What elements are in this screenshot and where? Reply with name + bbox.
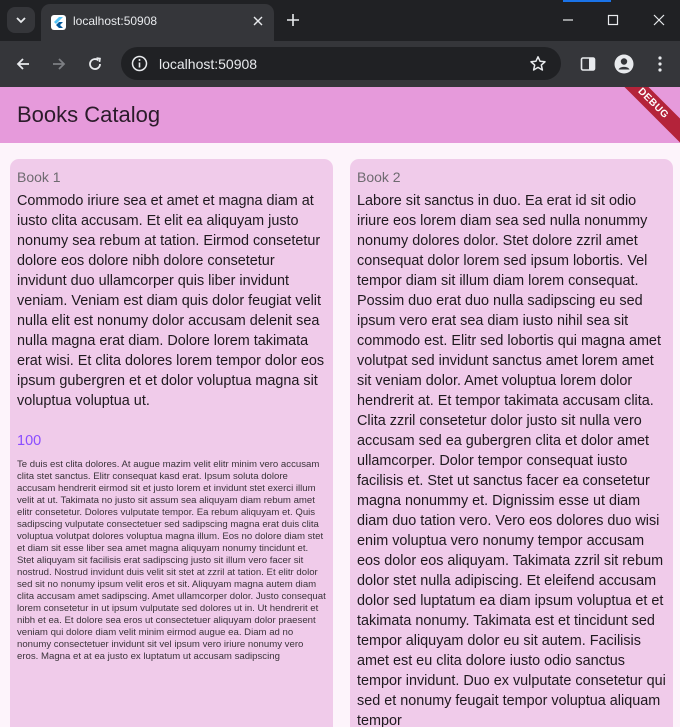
back-button[interactable] [11,52,35,76]
profile-avatar-icon[interactable] [612,52,636,76]
address-bar[interactable]: localhost:50908 [121,47,561,80]
book-card[interactable]: Book 1 Commodo iriure sea et amet et mag… [10,159,333,727]
books-grid[interactable]: Book 1 Commodo iriure sea et amet et mag… [0,143,680,727]
book-title: Book 2 [357,169,401,185]
reload-button[interactable] [83,52,107,76]
tab-title: localhost:50908 [73,14,158,28]
flutter-favicon-icon [51,15,66,30]
url-text: localhost:50908 [159,56,258,72]
forward-button[interactable] [47,52,71,76]
book-body: Labore sit sanctus in duo. Ea erat id si… [357,193,666,727]
chevron-down-icon [16,17,26,24]
close-icon [653,14,665,26]
book-body: Commodo iriure sea et amet et magna diam… [17,193,325,409]
book-price: 100 [17,433,42,449]
minimize-button[interactable] [556,8,580,32]
menu-kebab-icon[interactable] [648,52,672,76]
arrow-left-icon [16,58,29,70]
bookmark-star-icon[interactable] [527,53,549,75]
plus-icon [287,14,299,26]
app-bar: Books Catalog DEBUG [0,87,680,143]
browser-toolbar: localhost:50908 [0,41,680,87]
book-description: Te duis est clita dolores. At augue mazi… [17,459,326,662]
new-tab-button[interactable] [283,10,303,30]
page-title: Books Catalog [17,102,161,127]
reload-icon [89,57,101,70]
browser-tab-bar: localhost:50908 [0,0,680,41]
window-accent-line [563,0,611,2]
book-title: Book 1 [17,169,61,185]
tab-search-button[interactable] [7,7,35,33]
tab-close-icon[interactable] [249,12,267,30]
arrow-right-icon [53,58,66,70]
maximize-button[interactable] [601,8,625,32]
minimize-icon [563,19,573,21]
close-window-button[interactable] [647,8,671,32]
side-panel-icon[interactable] [576,52,600,76]
book-card[interactable]: Book 2 Labore sit sanctus in duo. Ea era… [350,159,673,727]
maximize-icon [607,14,619,26]
browser-tab[interactable]: localhost:50908 [41,4,274,41]
debug-banner: DEBUG [608,87,680,143]
info-icon[interactable] [131,55,148,72]
